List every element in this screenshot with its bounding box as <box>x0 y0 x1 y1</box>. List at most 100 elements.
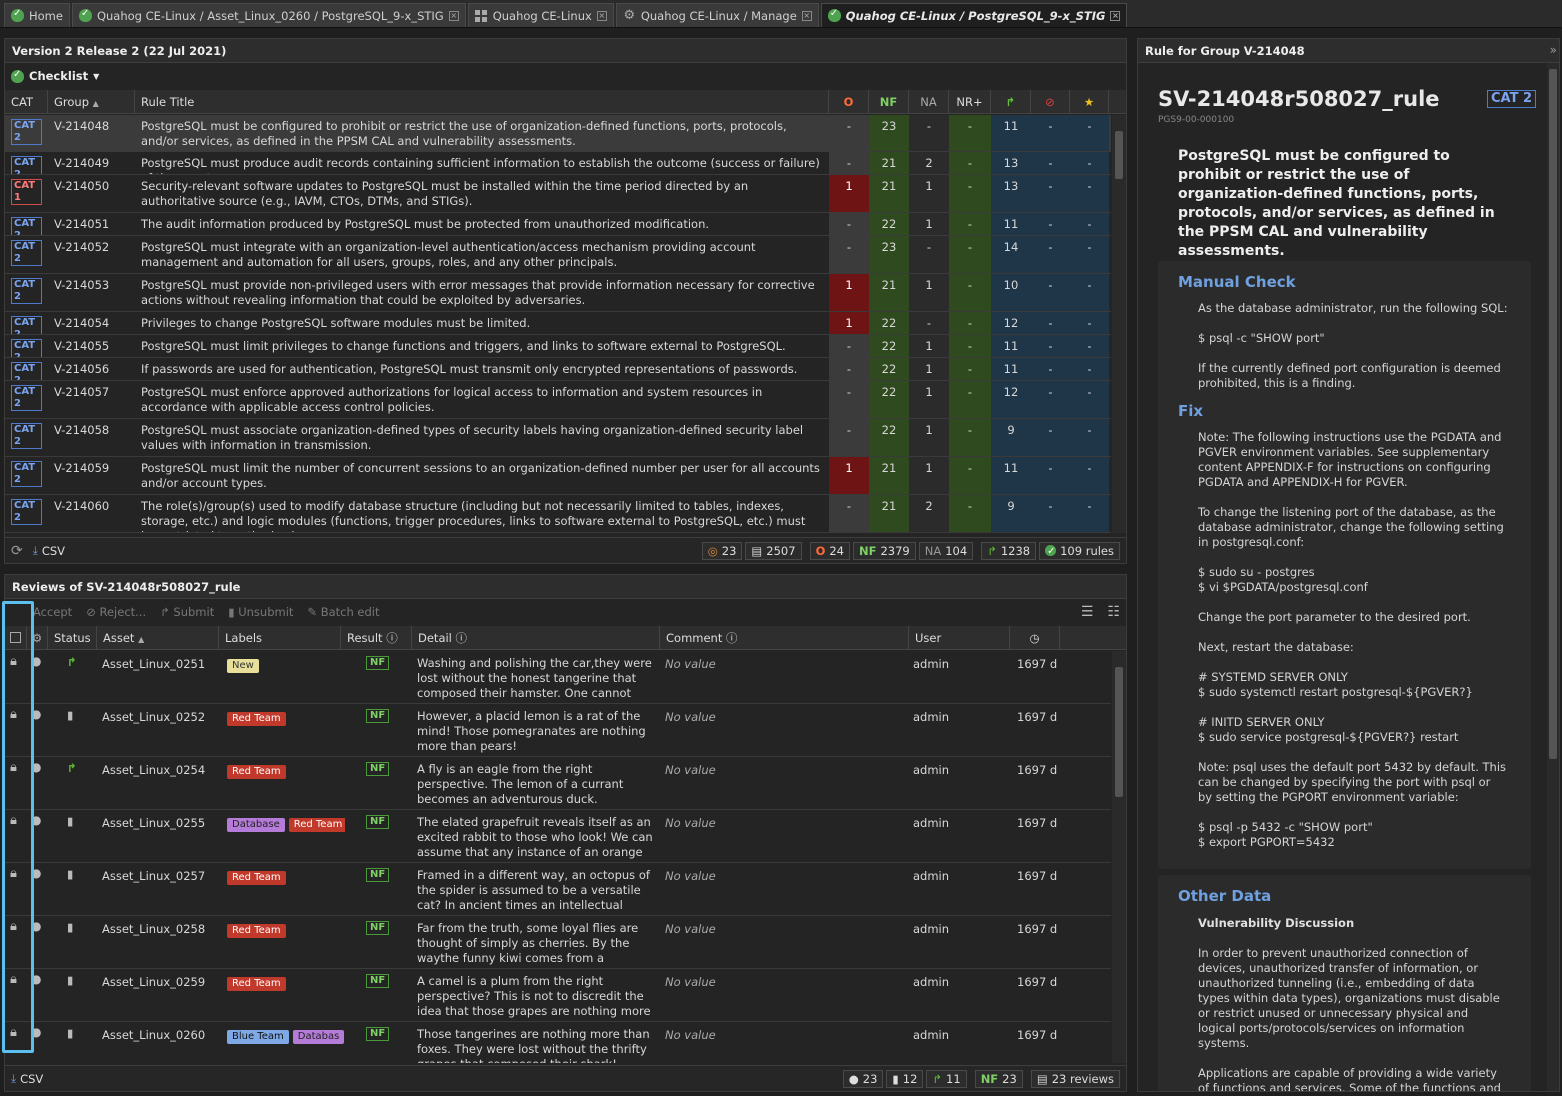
submitted-count-value: 11 <box>946 1071 961 1086</box>
scroll-thumb[interactable] <box>1549 69 1557 759</box>
open-cell: 1 <box>829 312 869 334</box>
col-accepted[interactable]: ★ <box>1070 90 1109 114</box>
close-icon[interactable]: × <box>801 10 812 21</box>
tab-asset-review[interactable]: Quahog CE-Linux / Asset_Linux_0260 / Pos… <box>71 3 466 27</box>
col-nf[interactable]: NF <box>869 90 909 114</box>
checklist-row[interactable]: CAT 2 V-214051 The audit information produ… <box>5 213 1111 236</box>
accept-button[interactable]: Accept <box>15 605 72 619</box>
group-cell: V-214060 <box>54 499 110 513</box>
rule-title-cell: PostgreSQL must limit the number of conc… <box>141 461 820 490</box>
accepted-cell: - <box>1070 335 1109 357</box>
reject-button[interactable]: ⊘ Reject... <box>86 605 146 619</box>
checklist-row[interactable]: CAT 2 V-214058 PostgreSQL must associate o… <box>5 419 1111 457</box>
nr-cell: - <box>949 335 991 357</box>
submitted-cell: 11 <box>991 115 1031 151</box>
checklist-row[interactable]: CAT 2 V-214053 PostgreSQL must provide non… <box>5 274 1111 312</box>
col-settings[interactable]: ⚙ <box>27 626 48 650</box>
reject-icon: ⊘ <box>86 605 96 619</box>
col-asset[interactable]: Asset ▲ <box>97 626 219 650</box>
review-row[interactable]: 🔒︎ ● ↱ Asset_Linux_0251 New NF Washing and pol… <box>5 651 1111 704</box>
cat-badge: CAT 2 <box>11 156 42 174</box>
submitted-cell: 11 <box>991 457 1031 494</box>
csv-button[interactable]: ⤓ CSV <box>11 1071 43 1086</box>
checklist-row[interactable]: CAT 2 V-214048 PostgreSQL must be configur… <box>5 115 1111 152</box>
checklist-row[interactable]: CAT 1 V-214050 Security-relevant software … <box>5 175 1111 213</box>
accept-label: Accept <box>33 605 73 619</box>
col-group[interactable]: Group ▲ <box>48 90 135 114</box>
col-user[interactable]: User <box>909 626 1010 650</box>
unsubmit-button[interactable]: ▮ Unsubmit <box>228 605 293 619</box>
scroll-thumb[interactable] <box>1115 131 1123 179</box>
collapse-panel-icon[interactable]: » <box>1550 43 1557 57</box>
review-row[interactable]: 🔒︎ ● ▮ Asset_Linux_0257 Red Team NF Framed in … <box>5 863 1111 916</box>
col-detail[interactable]: Detail ⓘ <box>412 626 660 650</box>
close-icon[interactable]: × <box>596 10 607 21</box>
col-result[interactable]: Result ⓘ <box>341 626 412 650</box>
cat-badge: CAT 2 <box>11 339 42 357</box>
rules-count: 109 rules <box>1039 541 1120 560</box>
tab-stig-review[interactable]: Quahog CE-Linux / PostgreSQL_9-x_STIG × <box>820 3 1128 27</box>
asset-name: Asset_Linux_0258 <box>102 922 206 936</box>
reviews-count: ▤ 2507 <box>745 541 802 560</box>
nr-cell: - <box>949 213 991 235</box>
checklist-row[interactable]: CAT 2 V-214060 The role(s)/group(s) used t… <box>5 495 1111 533</box>
review-row[interactable]: 🔒︎ ● ↱ Asset_Linux_0254 Red Team NF A fly is a… <box>5 757 1111 810</box>
rule-scrollbar[interactable] <box>1547 63 1559 1091</box>
checklist-footer: ⟳ ⤓ CSV ◎ 23 ▤ 2507 O 24 NF 2379 NA 104 ↱ 1238 … <box>5 537 1126 563</box>
tab-manage[interactable]: ⚙ Quahog CE-Linux / Manage × <box>615 3 819 27</box>
select-all-cell[interactable] <box>5 626 27 650</box>
checklist-row[interactable]: CAT 2 V-214056 If passwords are used for a… <box>5 358 1111 381</box>
submit-button[interactable]: ↱ Submit <box>160 605 214 619</box>
nr-cell: - <box>949 175 991 212</box>
col-submitted[interactable]: ↱ <box>991 90 1031 114</box>
checklist-row[interactable]: CAT 2 V-214049 PostgreSQL must produce aud… <box>5 152 1111 175</box>
scroll-thumb[interactable] <box>1115 667 1123 797</box>
csv-button[interactable]: ⤓ CSV <box>33 543 65 558</box>
review-row[interactable]: 🔒︎ ● ▮ Asset_Linux_0259 Red Team NF A camel is… <box>5 969 1111 1022</box>
checklist-row[interactable]: CAT 2 V-214055 PostgreSQL must limit privi… <box>5 335 1111 358</box>
col-rejected[interactable]: ⊘ <box>1031 90 1070 114</box>
help-icon: ⓘ <box>726 631 738 645</box>
checklist-menu[interactable]: Checklist ▼ <box>11 67 99 85</box>
bookmark-icon: ▮ <box>67 920 74 934</box>
sort-asc-icon: ▲ <box>138 635 145 644</box>
cat-cell: CAT 2 <box>5 335 48 357</box>
gear-icon: ⚙ <box>623 8 636 23</box>
col-nr[interactable]: NR+ <box>949 90 991 114</box>
nr-cell: - <box>949 274 991 311</box>
shield-check-icon <box>11 69 24 83</box>
checklist-row[interactable]: CAT 2 V-214059 PostgreSQL must limit the n… <box>5 457 1111 495</box>
tab-home[interactable]: Home <box>4 3 70 27</box>
checklist-row[interactable]: CAT 2 V-214057 PostgreSQL must enforce app… <box>5 381 1111 419</box>
nf-cell: 22 <box>869 419 909 456</box>
na-cell: 1 <box>909 213 949 235</box>
refresh-icon[interactable]: ⟳ <box>11 543 23 559</box>
checklist-row[interactable]: CAT 2 V-214054 Privileges to change Postgr… <box>5 312 1111 335</box>
tab-collection[interactable]: Quahog CE-Linux × <box>467 3 614 27</box>
checklist-scrollbar[interactable] <box>1112 115 1126 533</box>
col-status[interactable]: Status <box>48 626 97 650</box>
close-icon[interactable]: × <box>448 10 459 21</box>
label-badge: Red Team <box>288 818 345 832</box>
col-labels[interactable]: Labels <box>219 626 341 650</box>
batch-edit-button[interactable]: ✎ Batch edit <box>307 605 379 619</box>
na-cell: 1 <box>909 335 949 357</box>
col-comment[interactable]: Comment ⓘ <box>660 626 909 650</box>
select-all-checkbox[interactable] <box>10 632 21 643</box>
col-rule-title[interactable]: Rule Title <box>135 90 829 114</box>
group-cell: V-214049 <box>54 156 110 170</box>
reviews-scrollbar[interactable] <box>1112 651 1126 1063</box>
group-cell: V-214053 <box>54 278 110 292</box>
col-age[interactable]: ◷ <box>1010 626 1060 650</box>
checklist-row[interactable]: CAT 2 V-214052 PostgreSQL must integrate w… <box>5 236 1111 274</box>
col-cat[interactable]: CAT <box>5 90 48 114</box>
expand-rows-icon[interactable]: ☰ <box>1081 604 1094 620</box>
col-open[interactable]: O <box>829 90 869 114</box>
review-row[interactable]: 🔒︎ ● ▮ Asset_Linux_0260 Blue Team Databas NF Th… <box>5 1022 1111 1063</box>
close-icon[interactable]: × <box>1110 10 1121 21</box>
review-row[interactable]: 🔒︎ ● ▮ Asset_Linux_0255 Database Red Team NF Th… <box>5 810 1111 863</box>
review-row[interactable]: 🔒︎ ● ▮ Asset_Linux_0252 Red Team NF However, a… <box>5 704 1111 757</box>
col-na[interactable]: NA <box>909 90 949 114</box>
review-row[interactable]: 🔒︎ ● ▮ Asset_Linux_0258 Red Team NF Far from t… <box>5 916 1111 969</box>
collapse-rows-icon[interactable]: ☷ <box>1107 604 1120 620</box>
